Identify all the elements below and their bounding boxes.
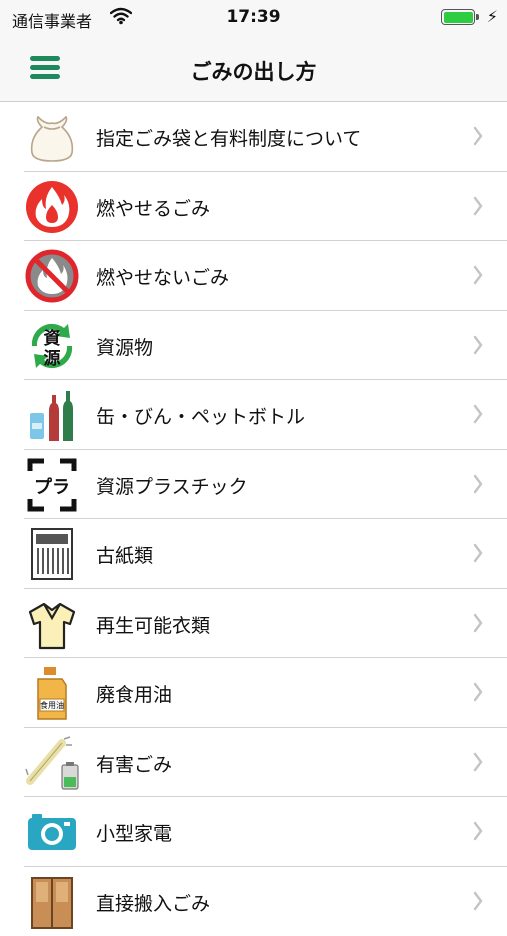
shirt-icon xyxy=(24,596,80,652)
list-item[interactable]: 燃やせないごみ xyxy=(0,241,507,311)
battery-tip xyxy=(476,14,479,20)
list-item[interactable]: 古紙類 xyxy=(0,519,507,589)
chevron-right-icon xyxy=(473,474,483,494)
icon-text-bottom: 源 xyxy=(44,348,61,369)
camera-icon xyxy=(24,804,80,860)
list-item[interactable]: 食用油 廃食用油 xyxy=(0,658,507,728)
list-item[interactable]: 燃やせるごみ xyxy=(0,172,507,242)
list-item-label: 直接搬入ごみ xyxy=(96,889,210,916)
icon-text-top: 資 xyxy=(44,329,61,349)
chevron-right-icon xyxy=(473,682,483,702)
list-item-label: 小型家電 xyxy=(96,819,172,846)
list-item[interactable]: 小型家電 xyxy=(0,797,507,867)
category-list: 指定ごみ袋と有料制度について 燃やせるごみ 燃やせないごみ xyxy=(0,102,507,936)
list-item-label: 資源物 xyxy=(96,333,153,360)
list-item-label: 燃やせないごみ xyxy=(96,263,229,290)
list-item-label: 廃食用油 xyxy=(96,680,172,707)
no-burn-icon xyxy=(24,248,80,304)
chevron-right-icon xyxy=(473,821,483,841)
cooking-oil-icon: 食用油 xyxy=(24,665,80,721)
list-item-label: 燃やせるごみ xyxy=(96,194,210,221)
newspaper-icon xyxy=(24,526,80,582)
icon-text: 食用油 xyxy=(40,700,64,710)
list-item-label: 缶・びん・ペットボトル xyxy=(96,402,305,429)
list-item[interactable]: 指定ごみ袋と有料制度について xyxy=(0,102,507,172)
recycle-resources-icon: 資 源 xyxy=(24,318,80,374)
chevron-right-icon xyxy=(473,752,483,772)
icon-text: プラ xyxy=(34,476,70,498)
chevron-right-icon xyxy=(473,891,483,911)
list-item-label: 資源プラスチック xyxy=(96,472,248,499)
list-item-label: 有害ごみ xyxy=(96,750,172,777)
garbage-bag-icon xyxy=(24,109,80,165)
chevron-right-icon xyxy=(473,404,483,424)
list-item[interactable]: プラ 資源プラスチック xyxy=(0,450,507,520)
list-item[interactable]: 有害ごみ xyxy=(0,728,507,798)
cans-bottles-icon xyxy=(24,387,80,443)
hazardous-battery-icon xyxy=(24,735,80,791)
list-item-label: 指定ごみ袋と有料制度について xyxy=(96,124,361,151)
status-bar: 通信事業者 17:39 ⚡ xyxy=(0,0,507,36)
chevron-right-icon xyxy=(473,335,483,355)
navigation-bar: ごみの出し方 xyxy=(0,36,507,102)
list-item-label: 古紙類 xyxy=(96,541,153,568)
charging-bolt-icon: ⚡ xyxy=(487,7,498,26)
chevron-right-icon xyxy=(473,543,483,563)
chevron-right-icon xyxy=(473,265,483,285)
chevron-right-icon xyxy=(473,613,483,633)
clock: 17:39 xyxy=(0,7,507,27)
chevron-right-icon xyxy=(473,126,483,146)
list-item[interactable]: 缶・びん・ペットボトル xyxy=(0,380,507,450)
flame-icon xyxy=(24,179,80,235)
list-item[interactable]: 再生可能衣類 xyxy=(0,589,507,659)
chevron-right-icon xyxy=(473,196,483,216)
battery-icon xyxy=(441,9,475,25)
list-item[interactable]: 直接搬入ごみ xyxy=(0,867,507,936)
plastic-recycle-mark-icon: プラ xyxy=(24,457,80,513)
furniture-icon xyxy=(24,874,80,930)
page-title: ごみの出し方 xyxy=(0,56,507,86)
list-item-label: 再生可能衣類 xyxy=(96,611,210,638)
list-item[interactable]: 資 源 資源物 xyxy=(0,311,507,381)
